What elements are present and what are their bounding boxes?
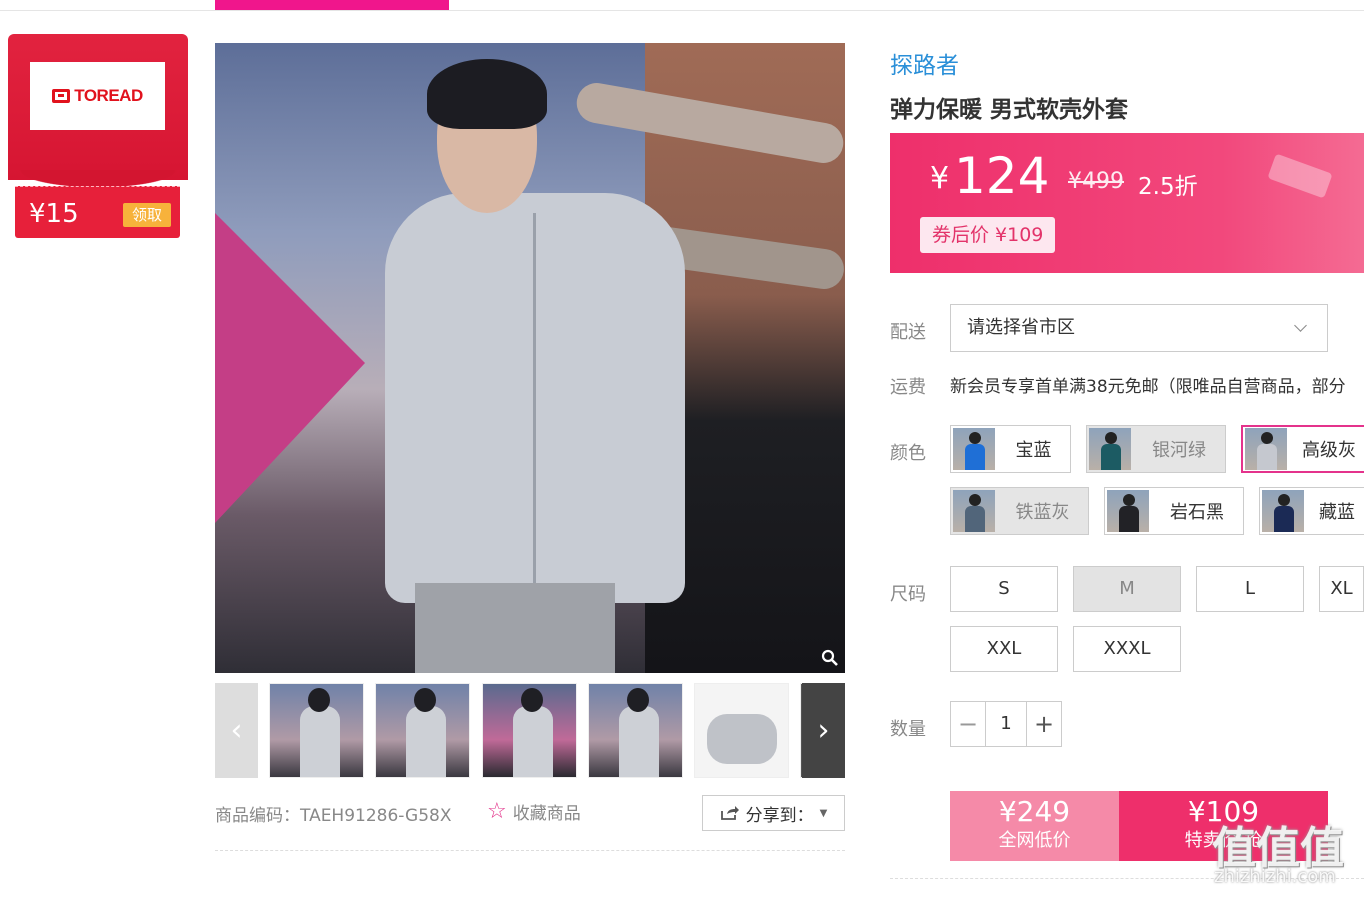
quantity-increase-button[interactable]: + <box>1027 702 1061 746</box>
color-option[interactable]: 藏蓝 <box>1259 487 1364 535</box>
color-option-label: 宝蓝 <box>1015 440 1052 461</box>
coupon-footer: ¥15 领取 <box>15 186 180 238</box>
quantity-decrease-button[interactable]: − <box>951 702 985 746</box>
color-thumbnail <box>1107 490 1149 532</box>
thumb-next-button[interactable]: › <box>802 683 845 778</box>
favorite-button[interactable]: ☆ 收藏商品 <box>487 799 581 824</box>
product-page: TOREAD ¥15 领取 ‹ › 商品编码：TAEH91286-G58X ☆ … <box>0 0 1364 899</box>
color-option-label: 铁蓝灰 <box>1015 502 1070 523</box>
model-pants <box>415 583 615 673</box>
brand-coupon[interactable]: TOREAD ¥15 领取 <box>8 34 188 240</box>
color-thumbnail <box>953 428 995 470</box>
share-icon <box>720 806 739 820</box>
color-label: 颜色 <box>890 443 926 464</box>
bg-decoration <box>215 213 365 523</box>
watermark-site: zhizhizhi.com <box>1214 866 1336 887</box>
lowest-price: ¥249 <box>998 795 1071 828</box>
thumbnail-strip: ‹ › <box>215 683 845 778</box>
size-option[interactable]: M <box>1073 566 1181 612</box>
size-option[interactable]: XXXL <box>1073 626 1181 672</box>
lowest-price-label: 全网低价 <box>998 830 1071 851</box>
thumbnail[interactable] <box>482 683 577 778</box>
price-panel: ¥ 124 ¥499 2.5折 券后价 ¥109 <box>890 133 1364 273</box>
sku-code: 商品编码：TAEH91286-G58X <box>215 806 452 826</box>
main-product-image[interactable] <box>215 43 845 673</box>
color-thumbnail <box>1262 490 1304 532</box>
color-option-label: 高级灰 <box>1302 440 1356 461</box>
divider <box>215 850 845 851</box>
original-price: ¥499 <box>1068 169 1124 194</box>
size-option[interactable]: S <box>950 566 1058 612</box>
color-option-label: 岩石黑 <box>1170 502 1224 523</box>
delivery-label: 配送 <box>890 322 926 343</box>
color-option[interactable]: 宝蓝 <box>950 425 1071 473</box>
color-thumbnail <box>953 490 995 532</box>
favorite-label: 收藏商品 <box>512 804 581 824</box>
region-placeholder: 请选择省市区 <box>967 317 1075 338</box>
toread-logo-icon <box>52 89 71 103</box>
color-option[interactable]: 岩石黑 <box>1104 487 1244 535</box>
current-price: 124 <box>954 147 1050 205</box>
shipping-label: 运费 <box>890 377 926 398</box>
size-label: 尺码 <box>890 584 926 605</box>
share-button[interactable]: 分享到： ▼ <box>702 795 845 831</box>
caret-down-icon: ▼ <box>819 807 828 819</box>
decorative-shape <box>1267 153 1333 199</box>
chevron-down-icon <box>1294 319 1307 332</box>
thumbnail[interactable] <box>588 683 683 778</box>
top-divider <box>0 10 1364 11</box>
discount-rate: 2.5折 <box>1138 174 1198 200</box>
quantity-stepper[interactable]: − 1 + <box>950 701 1062 747</box>
shipping-info: 新会员专享首单满38元免邮（限唯品自营商品，部分 <box>950 377 1346 397</box>
coupon-amount: ¥15 <box>29 199 79 229</box>
color-option[interactable]: 银河绿 <box>1086 425 1226 473</box>
price-currency: ¥ <box>930 161 950 196</box>
size-option[interactable]: L <box>1196 566 1304 612</box>
product-title: 弹力保暖 男式软壳外套 <box>890 97 1129 123</box>
size-option[interactable]: XXL <box>950 626 1058 672</box>
zoom-icon[interactable] <box>821 649 839 667</box>
color-option-label: 藏蓝 <box>1319 502 1355 523</box>
jacket-zipper <box>533 213 536 593</box>
region-select[interactable]: 请选择省市区 <box>950 304 1328 352</box>
gallery-meta: 商品编码：TAEH91286-G58X ☆ 收藏商品 分享到： ▼ <box>215 795 845 831</box>
share-label: 分享到： <box>745 805 814 826</box>
thumbnail[interactable] <box>375 683 470 778</box>
brand-logo: TOREAD <box>30 62 165 130</box>
color-option-label: 银河绿 <box>1152 440 1206 461</box>
star-icon: ☆ <box>487 799 507 824</box>
thumb-prev-button[interactable]: ‹ <box>215 683 258 778</box>
color-thumbnail <box>1089 428 1131 470</box>
coupon-header: TOREAD <box>8 34 188 190</box>
quantity-label: 数量 <box>890 719 926 740</box>
model-hair <box>427 59 547 129</box>
active-tab-indicator[interactable] <box>215 0 449 10</box>
color-thumbnail <box>1245 428 1287 470</box>
color-option[interactable]: 高级灰 <box>1241 425 1364 473</box>
quantity-value[interactable]: 1 <box>985 702 1027 746</box>
thumbnail[interactable] <box>269 683 364 778</box>
lowest-price-button[interactable]: ¥249 全网低价 <box>950 791 1119 861</box>
thumbnail[interactable] <box>694 683 789 778</box>
claim-coupon-button[interactable]: 领取 <box>123 203 171 227</box>
size-option[interactable]: XL <box>1319 566 1364 612</box>
brand-name-link[interactable]: 探路者 <box>890 46 959 80</box>
color-option[interactable]: 铁蓝灰 <box>950 487 1089 535</box>
brand-logo-text: TOREAD <box>74 86 143 105</box>
after-coupon-price: 券后价 ¥109 <box>920 217 1056 253</box>
